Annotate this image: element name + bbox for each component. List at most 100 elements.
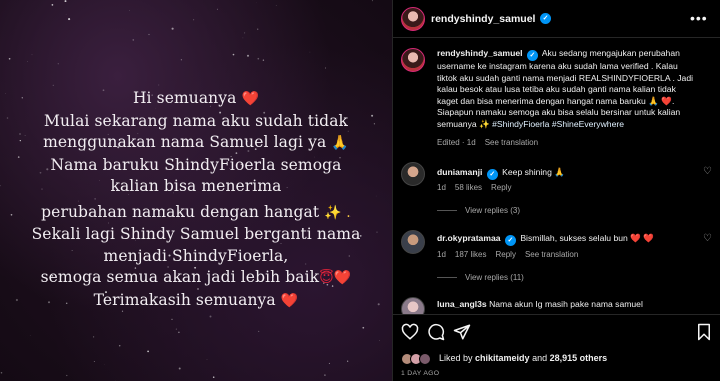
liked-by-summary: Liked by chikitameidy and 28,915 others [439,353,608,363]
star-dot [262,59,265,61]
verified-icon: ✓ [526,50,538,61]
star-dot [171,27,174,30]
star-dot [175,328,177,330]
star-dot [193,19,195,21]
star-dot [242,37,244,39]
author-username[interactable]: rendyshindy_samuel [431,13,535,25]
star-dot [52,84,54,86]
star-dot [178,331,180,334]
star-dot [216,8,218,10]
star-dot [379,339,380,341]
post-text-line: Terimakasih semuanya ❤️ [93,290,299,309]
post-detail-panel: rendyshindy_samuel ✓ rendyshindy_samuel … [392,0,720,381]
verified-icon: ✓ [540,13,551,24]
more-icon[interactable]: ••• [690,10,708,26]
post-header: rendyshindy_samuel ✓ [393,0,720,38]
see-translation-link[interactable]: See translation [525,250,578,259]
see-translation-link[interactable]: See translation [485,138,538,147]
star-dot [51,4,54,6]
star-dot [232,53,235,56]
star-dot [68,18,71,21]
star-dot [257,57,260,60]
star-dot [257,28,259,30]
star-dot [171,318,173,321]
star-dot [57,63,59,65]
star-dot [209,315,212,318]
star-dot [129,10,130,11]
star-dot [93,361,95,362]
star-dot [148,33,150,36]
post-text-line: perubahan namaku dengan hangat ✨ . [41,202,351,221]
likes-count[interactable]: 28,915 others [550,353,608,363]
caption-avatar[interactable] [401,48,425,72]
star-dot [147,350,149,353]
star-dot [66,374,68,377]
comment-heart-icon[interactable]: ♡ [703,166,712,177]
hashtag-link[interactable]: #ShindyFioerla [492,119,549,129]
view-replies-button[interactable]: View replies (3) [437,206,520,215]
edited-time: Edited · 1d [437,138,476,147]
star-dot [178,367,181,370]
star-dot [8,57,11,60]
star-dot [92,336,95,338]
star-dot [27,61,28,62]
star-dot [328,362,330,364]
star-dot [64,0,67,3]
heart-icon[interactable] [401,323,419,341]
post-caption: rendyshindy_samuel ✓ Aku sedang mengajuk… [437,48,694,129]
post-text-overlay: Hi semuanya ❤️ Mulai sekarang nama aku s… [0,88,392,312]
comment-body: duniamanji ✓ Keep shining 🙏 [437,167,565,180]
post-text-line: Sekali lagi Shindy Samuel berganti nama [31,225,361,243]
star-dot [324,374,326,376]
star-dot [362,326,365,329]
commenter-avatar[interactable] [401,162,425,186]
reply-button[interactable]: Reply [495,250,515,259]
verified-icon: ✓ [504,235,516,246]
post-text-line: Mulai sekarang nama aku sudah tidak [43,111,349,130]
comment-username[interactable]: duniamanji [437,167,482,177]
star-dot [371,0,373,2]
star-dot [29,335,31,336]
star-dot [65,13,67,15]
post-text-line: Nama baruku ShindyFioerla semoga [50,155,342,174]
star-dot [275,5,277,6]
post-timestamp[interactable]: 1 DAY AGO [401,370,439,377]
star-dot [258,330,260,332]
view-replies-button[interactable]: View replies (11) [437,273,524,282]
caption-meta: Edited · 1d See translation [437,138,547,147]
star-dot [132,39,135,41]
star-dot [212,376,215,378]
author-avatar[interactable] [401,7,425,31]
comment-username[interactable]: dr.okypratamaa [437,233,501,243]
liked-by-user[interactable]: chikitameidy [475,353,530,363]
star-dot [206,359,208,360]
share-icon[interactable] [453,323,471,341]
caption-username[interactable]: rendyshindy_samuel [437,48,523,58]
liked-by-avatars[interactable] [401,353,431,365]
bookmark-icon[interactable] [695,323,713,341]
star-dot [244,32,246,34]
comment-username[interactable]: luna_angl3s [437,299,487,309]
star-dot [158,84,160,86]
star-dot [246,54,250,57]
verified-icon: ✓ [486,169,498,180]
post-text-line: semoga semua akan jadi lebih baik😇❤️ [40,268,352,286]
comment-meta: 1d 187 likes Reply See translation [437,250,579,259]
star-dot [31,54,33,56]
comment-likes[interactable]: 58 likes [455,183,482,192]
commenter-avatar[interactable] [401,230,425,254]
post-text-line: kalian bisa menerima [110,177,282,195]
post-media[interactable]: Hi semuanya ❤️ Mulai sekarang nama aku s… [0,0,392,381]
star-dot [0,372,3,374]
star-dot [118,345,121,347]
comment-body: dr.okypratamaa ✓ Bismillah, sukses selal… [437,233,654,246]
post-text-line: menjadi ShindyFioerla, [103,246,289,265]
comment-icon[interactable] [427,323,445,341]
reply-button[interactable]: Reply [491,183,511,192]
comment-likes[interactable]: 187 likes [455,250,487,259]
post-actions: Liked by chikitameidy and 28,915 others … [393,314,720,381]
comment-heart-icon[interactable]: ♡ [703,233,712,244]
post-text-line: menggunakan nama Samuel lagi ya 🙏 [43,133,349,151]
star-dot [309,51,311,53]
hashtag-link[interactable]: #ShineEverywhere [552,119,624,129]
